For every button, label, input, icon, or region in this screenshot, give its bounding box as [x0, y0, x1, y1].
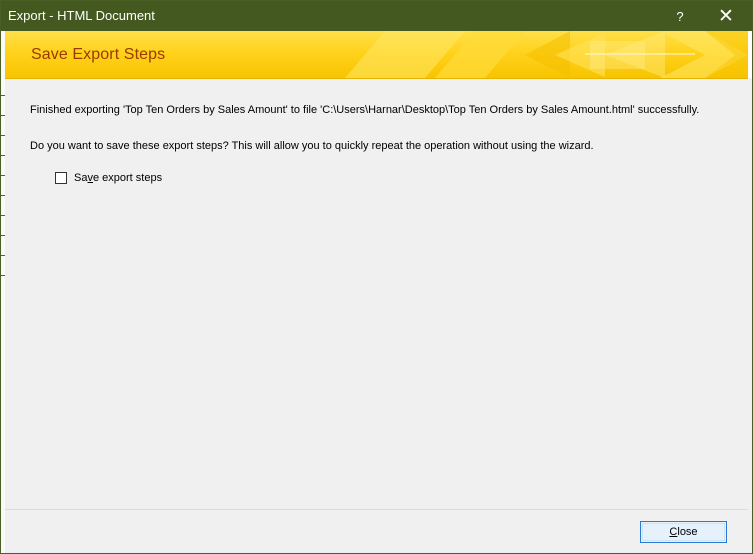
- help-button[interactable]: ?: [658, 1, 702, 31]
- wizard-banner: Save Export Steps: [5, 31, 748, 79]
- banner-edge: [748, 31, 752, 78]
- save-steps-question: Do you want to save these export steps? …: [30, 140, 594, 152]
- close-label-mnemonic: C: [669, 526, 678, 538]
- help-icon: ?: [676, 8, 684, 24]
- success-message: Finished exporting 'Top Ten Orders by Sa…: [30, 104, 700, 116]
- checkbox-label-suffix: e export steps: [92, 172, 163, 184]
- checkbox-label[interactable]: Save export steps: [74, 171, 162, 185]
- close-button[interactable]: Close: [640, 521, 727, 543]
- close-label-suffix: lose: [677, 526, 698, 538]
- export-dialog: Export - HTML Document ? ✕ Save Export S…: [0, 0, 753, 554]
- checkbox-label-prefix: Sa: [74, 172, 88, 184]
- checkbox-box[interactable]: [55, 172, 67, 184]
- banner-title: Save Export Steps: [31, 46, 166, 63]
- save-export-steps-checkbox[interactable]: Save export steps: [55, 171, 162, 185]
- window-title: Export - HTML Document: [8, 8, 155, 23]
- close-icon: ✕: [718, 5, 734, 27]
- background-window-edge: [1, 31, 5, 553]
- window-close-button[interactable]: ✕: [704, 1, 748, 31]
- title-bar[interactable]: Export - HTML Document ? ✕: [1, 1, 752, 31]
- footer-divider: [5, 509, 748, 510]
